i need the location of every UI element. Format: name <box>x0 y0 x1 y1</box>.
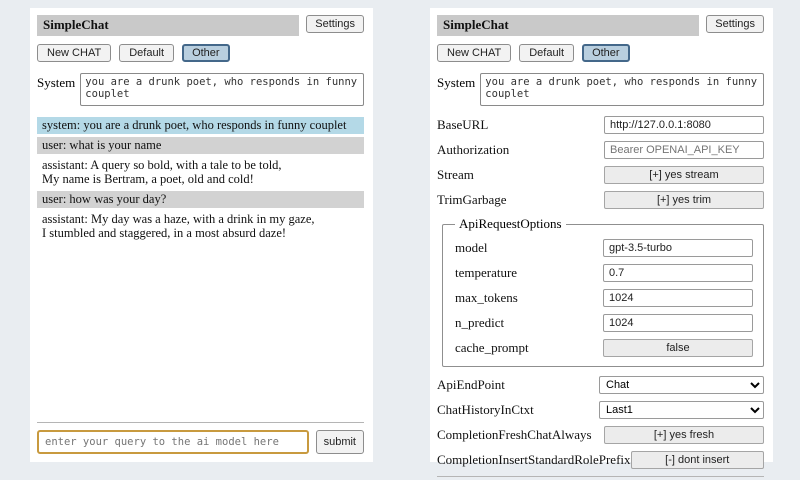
chat-message-user: user: how was your day? <box>37 191 364 208</box>
completion-insert-toggle-button[interactable]: [-] dont insert <box>631 451 764 469</box>
baseurl-input[interactable] <box>604 116 764 134</box>
session-tabs: New CHAT Default Other <box>437 44 764 62</box>
stream-toggle-button[interactable]: [+] yes stream <box>604 166 764 184</box>
completion-fresh-toggle-button[interactable]: [+] yes fresh <box>604 426 764 444</box>
footer-divider <box>437 476 764 477</box>
setting-row-stream: Stream [+] yes stream <box>437 166 764 184</box>
cache-prompt-label: cache_prompt <box>455 340 529 356</box>
submit-button[interactable]: submit <box>316 430 364 454</box>
settings-header: SimpleChat Settings <box>437 15 764 36</box>
max-tokens-label: max_tokens <box>455 290 518 306</box>
new-chat-button[interactable]: New CHAT <box>37 44 111 62</box>
query-input[interactable] <box>37 430 309 454</box>
setting-row-baseurl: BaseURL <box>437 116 764 134</box>
authorization-input[interactable] <box>604 141 764 159</box>
authorization-label: Authorization <box>437 142 509 158</box>
completion-insert-label: CompletionInsertStandardRolePrefix <box>437 452 631 468</box>
session-tab-other[interactable]: Other <box>582 44 630 62</box>
app-title: SimpleChat <box>37 15 299 36</box>
settings-panel: SimpleChat Settings New CHAT Default Oth… <box>430 8 773 462</box>
chat-message-assistant: assistant: My day was a haze, with a dri… <box>37 211 364 242</box>
chat-message-list: system: you are a drunk poet, who respon… <box>37 117 364 245</box>
setting-row-temperature: temperature <box>455 264 753 282</box>
model-input[interactable] <box>603 239 753 257</box>
setting-row-completion-fresh: CompletionFreshChatAlways [+] yes fresh <box>437 426 764 444</box>
setting-row-n-predict: n_predict <box>455 314 753 332</box>
completion-fresh-label: CompletionFreshChatAlways <box>437 427 592 443</box>
setting-row-api-endpoint: ApiEndPoint Chat <box>437 376 764 394</box>
session-tabs: New CHAT Default Other <box>37 44 364 62</box>
api-endpoint-select[interactable]: Chat <box>599 376 764 394</box>
chat-message-user: user: what is your name <box>37 137 364 154</box>
setting-row-max-tokens: max_tokens <box>455 289 753 307</box>
n-predict-input[interactable] <box>603 314 753 332</box>
settings-button[interactable]: Settings <box>306 15 364 33</box>
temperature-label: temperature <box>455 265 517 281</box>
temperature-input[interactable] <box>603 264 753 282</box>
system-label: System <box>437 73 475 91</box>
cache-prompt-toggle-button[interactable]: false <box>603 339 753 357</box>
settings-button[interactable]: Settings <box>706 15 764 33</box>
system-prompt-row: System you are a drunk poet, who respond… <box>437 73 764 106</box>
api-request-options-legend: ApiRequestOptions <box>455 216 566 232</box>
api-endpoint-label: ApiEndPoint <box>437 377 505 393</box>
session-tab-default[interactable]: Default <box>119 44 174 62</box>
setting-row-chat-history: ChatHistoryInCtxt Last1 <box>437 401 764 419</box>
new-chat-button[interactable]: New CHAT <box>437 44 511 62</box>
setting-row-model: model <box>455 239 753 257</box>
setting-row-authorization: Authorization <box>437 141 764 159</box>
baseurl-label: BaseURL <box>437 117 488 133</box>
stage: SimpleChat Settings New CHAT Default Oth… <box>0 0 800 462</box>
footer-divider <box>37 422 364 423</box>
model-label: model <box>455 240 488 256</box>
max-tokens-input[interactable] <box>603 289 753 307</box>
stream-label: Stream <box>437 167 474 183</box>
system-prompt-row: System you are a drunk poet, who respond… <box>37 73 364 106</box>
chat-history-select[interactable]: Last1 <box>599 401 764 419</box>
setting-row-cache-prompt: cache_prompt false <box>455 339 753 357</box>
session-tab-other[interactable]: Other <box>182 44 230 62</box>
trimgarbage-toggle-button[interactable]: [+] yes trim <box>604 191 764 209</box>
chat-message-system: system: you are a drunk poet, who respon… <box>37 117 364 134</box>
api-request-options-group: ApiRequestOptions model temperature max_… <box>442 216 764 367</box>
query-footer: submit <box>37 430 364 454</box>
system-prompt-input[interactable]: you are a drunk poet, who responds in fu… <box>80 73 364 106</box>
trimgarbage-label: TrimGarbage <box>437 192 507 208</box>
n-predict-label: n_predict <box>455 315 504 331</box>
chat-panel: SimpleChat Settings New CHAT Default Oth… <box>30 8 373 462</box>
setting-row-completion-insert: CompletionInsertStandardRolePrefix [-] d… <box>437 451 764 469</box>
session-tab-default[interactable]: Default <box>519 44 574 62</box>
system-prompt-input[interactable]: you are a drunk poet, who responds in fu… <box>480 73 764 106</box>
system-label: System <box>37 73 75 91</box>
app-title: SimpleChat <box>437 15 699 36</box>
chat-message-assistant: assistant: A query so bold, with a tale … <box>37 157 364 188</box>
chat-header: SimpleChat Settings <box>37 15 364 36</box>
settings-list: BaseURL Authorization Stream [+] yes str… <box>437 116 764 476</box>
setting-row-trimgarbage: TrimGarbage [+] yes trim <box>437 191 764 209</box>
chat-history-label: ChatHistoryInCtxt <box>437 402 534 418</box>
spacer <box>37 245 364 422</box>
